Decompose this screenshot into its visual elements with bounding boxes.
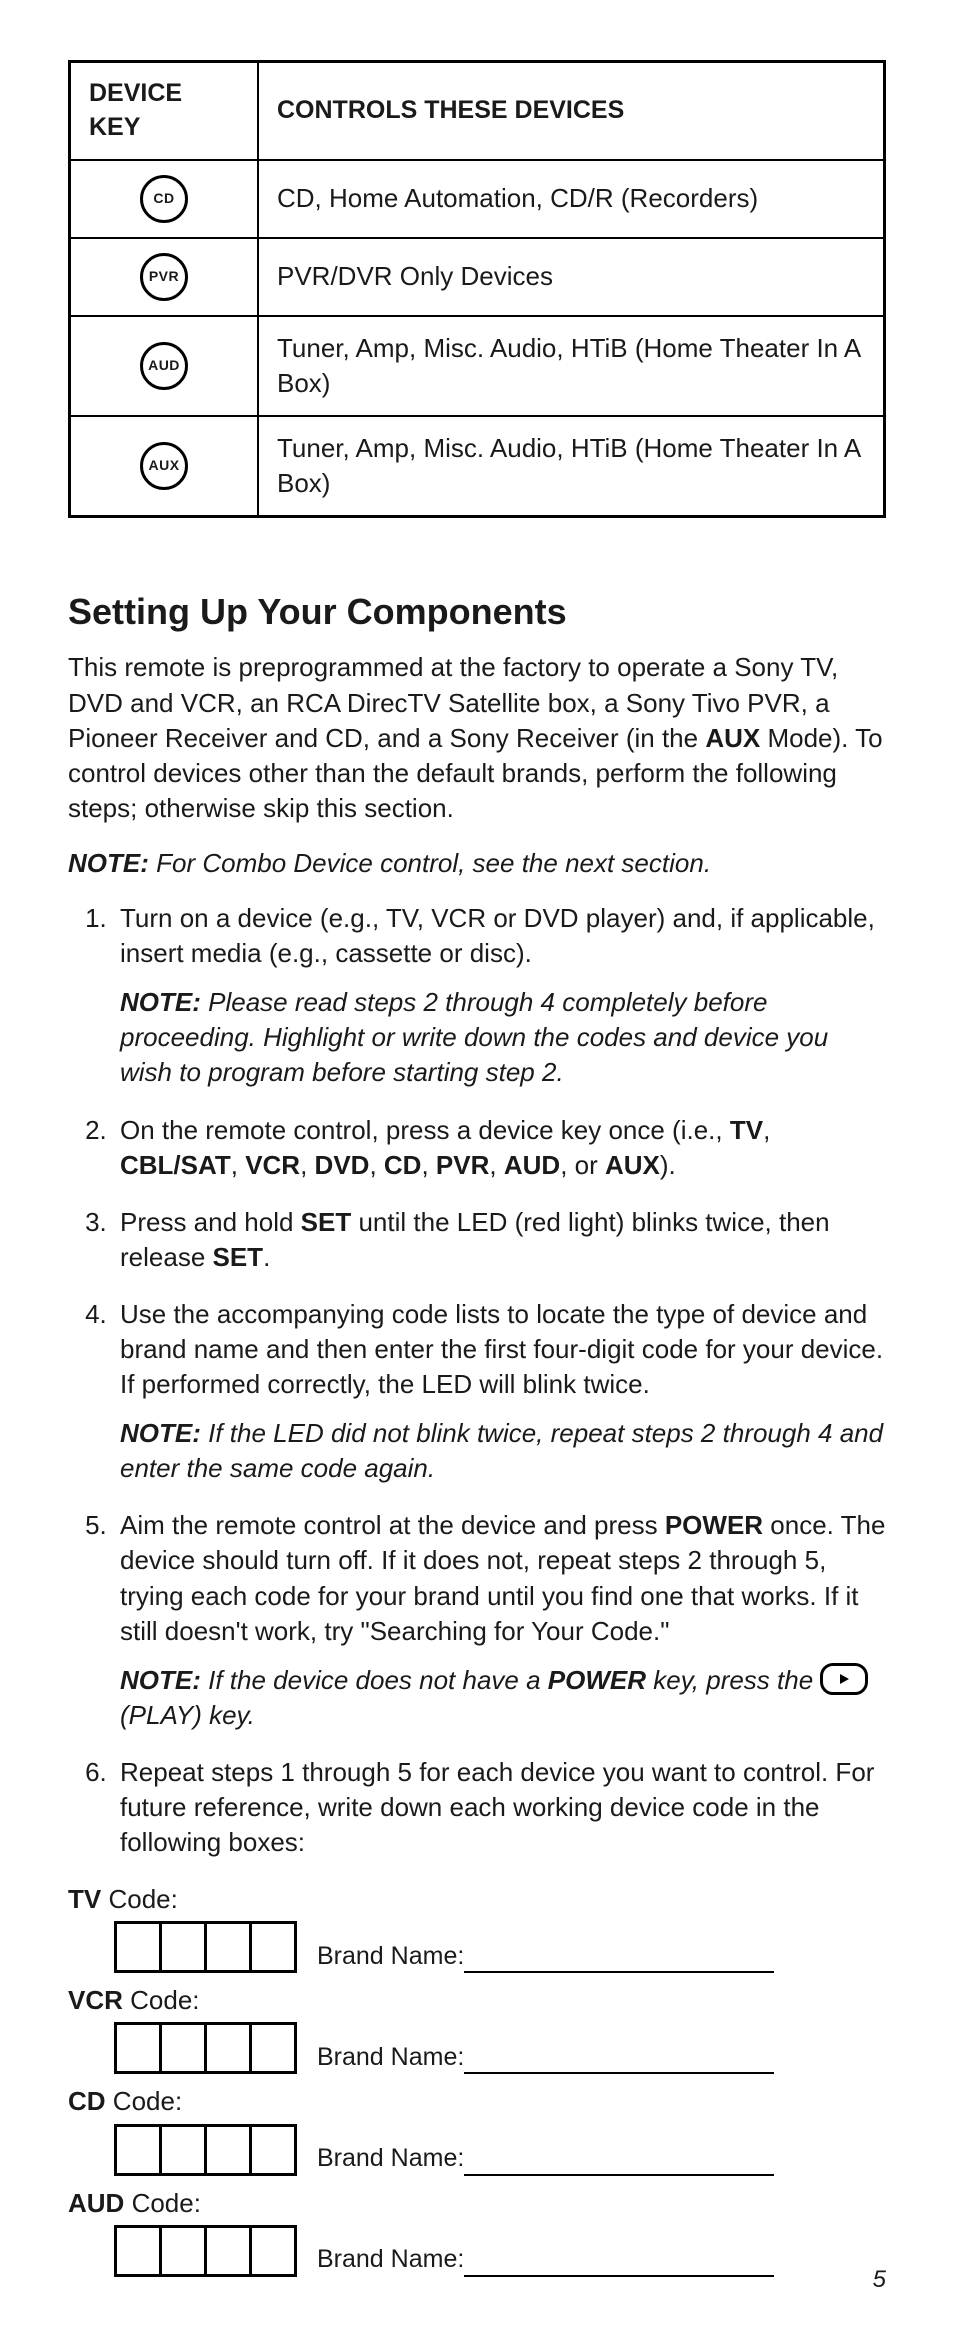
brand-name-label: Brand Name: [317, 2245, 464, 2273]
code-device-label: TV [68, 1884, 101, 1914]
note-label: NOTE: [68, 848, 149, 878]
step-5-note: NOTE: If the device does not have a POWE… [120, 1663, 886, 1733]
section-heading: Setting Up Your Components [68, 588, 886, 637]
cd-button-icon: CD [140, 175, 188, 223]
table-cell: CD, Home Automation, CD/R (Recorders) [258, 160, 885, 238]
manual-page: DEVICE KEY CONTROLS THESE DEVICES CD CD,… [0, 0, 954, 2327]
tv-brand-line[interactable] [464, 1971, 774, 1973]
note-text: If the LED did not blink twice, repeat s… [120, 1418, 883, 1483]
note-text: (PLAY) key. [120, 1700, 255, 1730]
page-number: 5 [873, 2264, 886, 2296]
step-1: Turn on a device (e.g., TV, VCR or DVD p… [114, 901, 886, 1090]
key-name: TV [730, 1115, 763, 1145]
table-row: AUD Tuner, Amp, Misc. Audio, HTiB (Home … [70, 316, 885, 416]
aux-button-icon: AUX [140, 442, 188, 490]
intro-paragraph: This remote is preprogrammed at the fact… [68, 650, 886, 825]
key-name: PVR [436, 1150, 489, 1180]
step-5: Aim the remote control at the device and… [114, 1508, 886, 1733]
note-label: NOTE: [120, 1665, 201, 1695]
key-name: SET [213, 1242, 264, 1272]
step-1-note: NOTE: Please read steps 2 through 4 comp… [120, 985, 886, 1090]
brand-name-label: Brand Name: [317, 2043, 464, 2071]
brand-name-label: Brand Name: [317, 2144, 464, 2172]
vcr-code-boxes[interactable] [114, 2022, 297, 2074]
vcr-brand-line[interactable] [464, 2072, 774, 2074]
table-row: AUX Tuner, Amp, Misc. Audio, HTiB (Home … [70, 416, 885, 517]
code-entry-section: TV Code: Brand Name: VCR Code: Brand Nam… [68, 1882, 886, 2276]
key-name: AUX [605, 1150, 660, 1180]
table-cell: Tuner, Amp, Misc. Audio, HTiB (Home Thea… [258, 416, 885, 517]
cd-code-row: CD Code: Brand Name: [68, 2084, 886, 2175]
step-text: Aim the remote control at the device and… [120, 1510, 665, 1540]
brand-name-label: Brand Name: [317, 1942, 464, 1970]
table-cell: Tuner, Amp, Misc. Audio, HTiB (Home Thea… [258, 316, 885, 416]
key-name: DVD [315, 1150, 370, 1180]
intro-aux-bold: AUX [705, 723, 760, 753]
key-name: POWER [548, 1665, 646, 1695]
note-text: If the device does not have a [201, 1665, 548, 1695]
key-name: CD [384, 1150, 422, 1180]
top-note: NOTE: For Combo Device control, see the … [68, 846, 886, 881]
note-label: NOTE: [120, 1418, 201, 1448]
pvr-button-icon: PVR [140, 253, 188, 301]
note-label: NOTE: [120, 987, 201, 1017]
device-key-table: DEVICE KEY CONTROLS THESE DEVICES CD CD,… [68, 60, 886, 518]
aud-button-icon: AUD [140, 342, 188, 390]
step-text: Use the accompanying code lists to locat… [120, 1299, 883, 1399]
table-row: PVR PVR/DVR Only Devices [70, 238, 885, 316]
vcr-code-row: VCR Code: Brand Name: [68, 1983, 886, 2074]
code-device-label: AUD [68, 2188, 124, 2218]
key-name: SET [301, 1207, 352, 1237]
step-4: Use the accompanying code lists to locat… [114, 1297, 886, 1486]
table-header-controls: CONTROLS THESE DEVICES [258, 62, 885, 160]
key-name: AUD [504, 1150, 560, 1180]
tv-code-row: TV Code: Brand Name: [68, 1882, 886, 1973]
step-3: Press and hold SET until the LED (red li… [114, 1205, 886, 1275]
aud-code-boxes[interactable] [114, 2225, 297, 2277]
step-6: Repeat steps 1 through 5 for each device… [114, 1755, 886, 1860]
note-text: key, press the [646, 1665, 820, 1695]
tv-code-boxes[interactable] [114, 1921, 297, 1973]
step-text: On the remote control, press a device ke… [120, 1115, 730, 1145]
table-cell: PVR/DVR Only Devices [258, 238, 885, 316]
note-text: For Combo Device control, see the next s… [149, 848, 711, 878]
step-2: On the remote control, press a device ke… [114, 1113, 886, 1183]
step-text: Repeat steps 1 through 5 for each device… [120, 1757, 874, 1857]
aud-brand-line[interactable] [464, 2275, 774, 2277]
key-name: POWER [665, 1510, 763, 1540]
step-text: Turn on a device (e.g., TV, VCR or DVD p… [120, 903, 875, 968]
code-device-label: CD [68, 2086, 106, 2116]
key-name: CBL/SAT [120, 1150, 231, 1180]
note-text: Please read steps 2 through 4 completely… [120, 987, 828, 1087]
play-icon [820, 1663, 868, 1695]
table-header-device-key: DEVICE KEY [70, 62, 259, 160]
table-row: CD CD, Home Automation, CD/R (Recorders) [70, 160, 885, 238]
steps-list: Turn on a device (e.g., TV, VCR or DVD p… [68, 901, 886, 1860]
step-text: Press and hold [120, 1207, 301, 1237]
step-4-note: NOTE: If the LED did not blink twice, re… [120, 1416, 886, 1486]
code-device-label: VCR [68, 1985, 123, 2015]
key-name: VCR [245, 1150, 300, 1180]
aud-code-row: AUD Code: Brand Name: [68, 2186, 886, 2277]
cd-brand-line[interactable] [464, 2174, 774, 2176]
cd-code-boxes[interactable] [114, 2124, 297, 2176]
